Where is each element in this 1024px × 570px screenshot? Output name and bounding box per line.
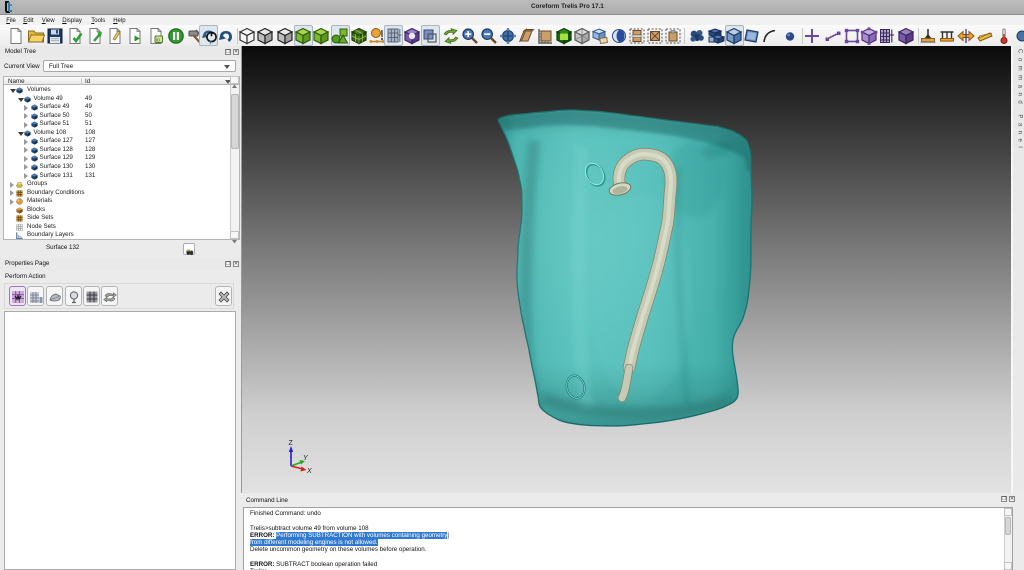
svg-text:Z: Z: [289, 440, 294, 447]
svg-text:X: X: [306, 468, 312, 475]
svg-text:io: io: [156, 38, 160, 44]
svg-text:Y: Y: [303, 455, 309, 462]
